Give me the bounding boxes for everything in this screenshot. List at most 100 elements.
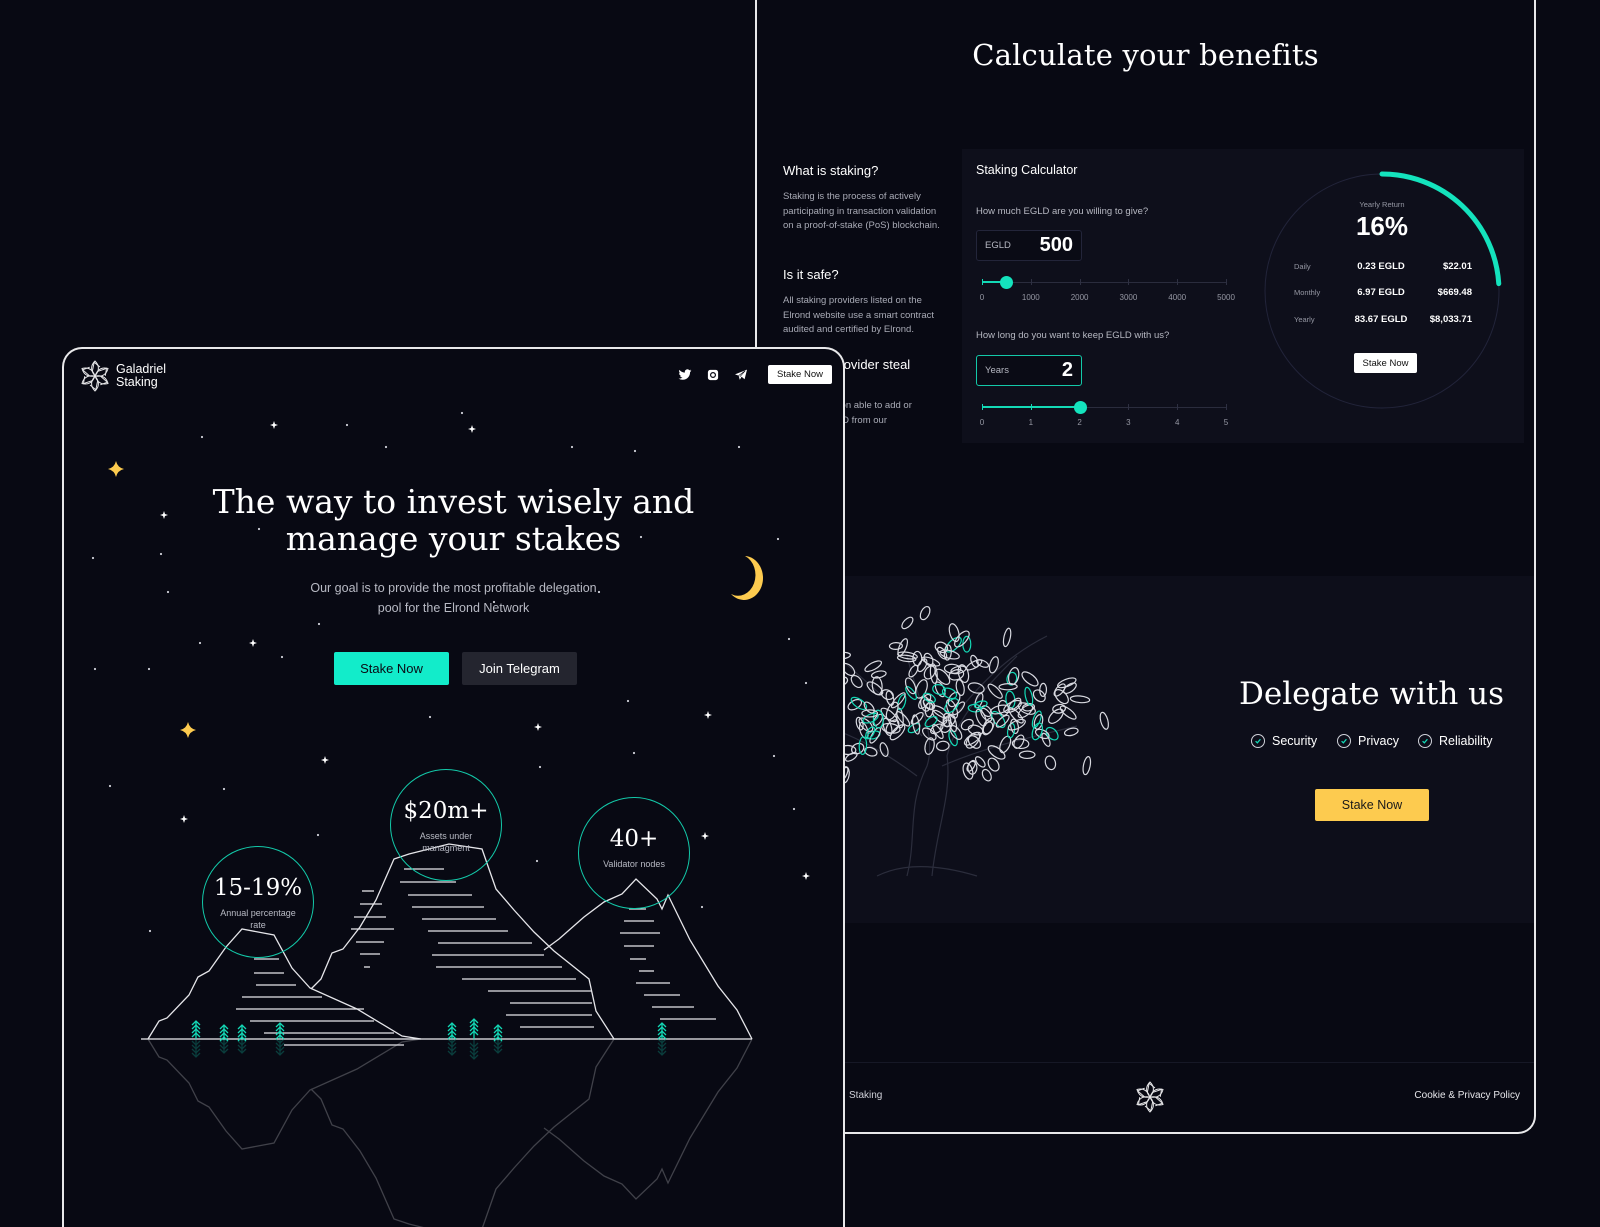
leaf [948, 669, 965, 681]
gold-star-icon [180, 722, 196, 738]
staking-calculator-card: Staking Calculator How much EGLD are you… [962, 149, 1524, 443]
brand-name-line2: Staking [116, 375, 158, 389]
brand-logo[interactable]: Galadriel Staking [80, 359, 166, 393]
slider-tick-label: 1 [1028, 418, 1034, 427]
return-row-daily: Daily 0.23 EGLD $22.01 [1294, 261, 1472, 275]
return-row-monthly: Monthly 6.97 EGLD $669.48 [1294, 287, 1472, 301]
pine-tree-icon [657, 1022, 667, 1040]
brand-name: Galadriel Staking [116, 363, 166, 389]
leaf [1062, 682, 1077, 695]
slider-tick-label: 2 [1077, 418, 1082, 427]
leaf [844, 751, 858, 762]
feature-privacy: Privacy [1337, 734, 1399, 748]
sparkle-star [249, 639, 257, 647]
hero-title-line1: The way to invest wisely and [212, 482, 695, 521]
slider-thumb[interactable] [1000, 276, 1014, 289]
sparkle-star [701, 832, 709, 840]
faq-answer: Staking is the process of actively parti… [783, 191, 940, 231]
leaf [1048, 708, 1064, 724]
nav-stake-now-button[interactable]: Stake Now [768, 365, 832, 384]
water-reflection [141, 1036, 753, 1227]
leaf [1039, 682, 1048, 697]
slider-tick [1030, 279, 1032, 285]
leaf [1099, 711, 1110, 730]
leaf [954, 630, 970, 648]
leaf [1069, 695, 1091, 704]
stat-value: 15-19% [213, 875, 303, 901]
cookie-privacy-policy-link[interactable]: Cookie & Privacy Policy [1414, 1090, 1520, 1101]
return-period: Yearly [1294, 315, 1315, 324]
return-period: Monthly [1294, 288, 1321, 297]
calculator-title: Staking Calculator [976, 163, 1078, 177]
slider-tick [1177, 404, 1179, 410]
leaf [1007, 718, 1026, 731]
egld-amount-input[interactable]: EGLD 500 [976, 230, 1082, 261]
return-usd: $22.01 [1442, 261, 1472, 272]
duration-question: How long do you want to keep EGLD with u… [976, 330, 1170, 341]
slider-tick-label: 4 [1174, 418, 1180, 427]
star-dot [772, 754, 776, 758]
twitter-icon[interactable] [678, 369, 692, 381]
slider-tick-label: 4000 [1168, 293, 1187, 302]
leaf [965, 659, 983, 671]
galadriel-logo-icon [81, 360, 109, 392]
instagram-icon[interactable] [706, 369, 720, 381]
star-dot [108, 784, 112, 788]
star-dot [147, 667, 151, 671]
delegate-stake-now-button[interactable]: Stake Now [1315, 789, 1429, 821]
star-dot [787, 637, 791, 641]
feature-reliability: Reliability [1418, 734, 1493, 748]
return-row-yearly: Yearly 83.67 EGLD $8,033.71 [1294, 314, 1472, 328]
return-usd: $669.48 [1437, 287, 1472, 298]
years-input[interactable]: Years 2 [976, 355, 1082, 386]
egld-amount-value: 500 [1039, 234, 1073, 256]
star-dot [93, 667, 97, 671]
star-dot [200, 435, 204, 439]
sparkle-star [802, 872, 810, 880]
pine-tree-icon [447, 1022, 457, 1040]
slider-tick [1177, 279, 1179, 285]
calculator-stake-now-button[interactable]: Stake Now [1354, 353, 1417, 373]
leaf [1057, 677, 1077, 689]
leaf [948, 623, 960, 643]
stat-value: 40+ [609, 826, 659, 852]
years-slider[interactable] [982, 398, 1227, 418]
pine-tree-icon [275, 1022, 285, 1040]
slider-thumb[interactable] [1073, 401, 1087, 414]
yearly-return-value: 16% [1355, 211, 1409, 241]
star-dot [148, 929, 152, 933]
pine-tree-reflection [447, 1038, 457, 1056]
join-telegram-button[interactable]: Join Telegram [462, 652, 577, 685]
slider-tick [982, 404, 983, 410]
hero-subtitle-line1: Our goal is to provide the most profitab… [310, 581, 597, 595]
hero-subtitle: Our goal is to provide the most profitab… [64, 579, 843, 618]
calculator-page-frame: Calculate your benefits What is staking?… [755, 0, 1536, 1134]
star-dot [737, 445, 741, 449]
stat-assets: $20m+ Assets under managment [390, 769, 502, 881]
hero-stake-now-button[interactable]: Stake Now [334, 652, 449, 685]
leaf [924, 715, 938, 728]
stat-label: Assets under managment [419, 831, 473, 853]
feature-label: Privacy [1358, 734, 1399, 748]
slider-tick-label: 5000 [1217, 293, 1235, 302]
faq-question: What is staking? [783, 163, 879, 178]
pine-tree-reflection [657, 1038, 667, 1056]
slider-tick [1079, 279, 1081, 285]
slider-tick [1128, 404, 1130, 410]
sparkle-star [270, 421, 278, 429]
leaf [1018, 750, 1036, 760]
return-period: Daily [1294, 262, 1311, 271]
check-circle-icon [1337, 734, 1351, 748]
leaf [1002, 627, 1012, 648]
egld-amount-slider[interactable] [982, 273, 1227, 293]
hero-subtitle-line2: pool for the Elrond Network [377, 600, 530, 615]
slider-tick [1226, 279, 1227, 285]
star-dot [804, 681, 808, 685]
yearly-return-label: Yearly Return [1359, 200, 1405, 209]
star-dot [626, 699, 630, 703]
leaf [935, 740, 950, 752]
leaf [981, 768, 992, 782]
telegram-icon[interactable] [734, 369, 748, 381]
slider-tick-label: 2000 [1070, 293, 1089, 302]
star-dot [198, 641, 202, 645]
